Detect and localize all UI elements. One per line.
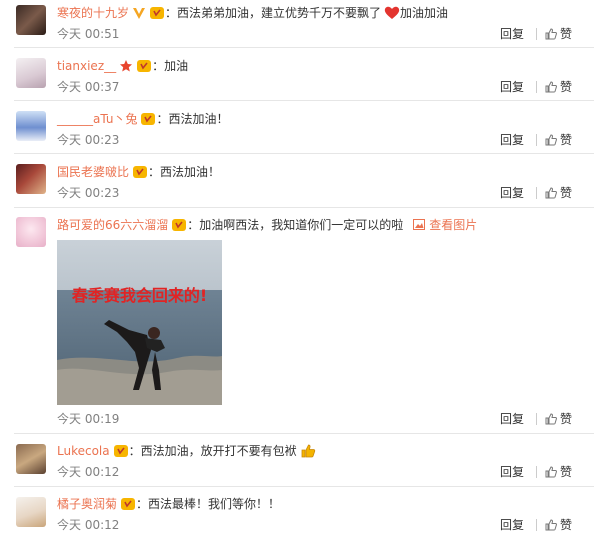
divider (14, 47, 594, 48)
comment-text: ：加油啊西法，我知道你们一定可以的啦 (187, 218, 404, 232)
divider (14, 207, 594, 208)
like-button[interactable]: 赞 (545, 518, 572, 532)
divider (536, 187, 537, 199)
avatar[interactable] (16, 164, 46, 194)
fan-badge-icon (149, 6, 165, 24)
fan-badge-icon (136, 59, 152, 77)
divider (536, 81, 537, 93)
comment-feed: 寒夜的十九岁 ：西法弟弟加油，建立优势千万不要飘了 加油加油 今天 00:51 回复… (0, 0, 594, 533)
like-label: 赞 (560, 412, 573, 426)
comment-time: 今天 00:23 (57, 186, 120, 200)
image-icon (413, 219, 426, 230)
divider (536, 466, 537, 478)
divider (536, 413, 537, 425)
reply-button[interactable]: 回复 (500, 27, 524, 41)
like-button[interactable]: 赞 (545, 27, 572, 41)
avatar[interactable] (16, 58, 46, 88)
comment-time: 今天 00:37 (57, 80, 120, 94)
comment-text: ：西法加油，放开打不要有包袱 (128, 444, 297, 458)
username[interactable]: tianxiez__ (57, 59, 116, 73)
like-button[interactable]: 赞 (545, 186, 572, 200)
divider (14, 486, 594, 487)
thumbs-up-icon (545, 187, 557, 199)
like-label: 赞 (560, 27, 573, 41)
avatar[interactable] (16, 497, 46, 527)
thumbs-up-emoji-icon (300, 444, 316, 462)
divider (536, 28, 537, 40)
fan-badge-icon (113, 444, 129, 462)
divider (536, 519, 537, 531)
thumbs-up-icon (545, 519, 557, 531)
like-label: 赞 (560, 133, 573, 147)
like-button[interactable]: 赞 (545, 133, 572, 147)
avatar[interactable] (16, 217, 46, 247)
like-label: 赞 (560, 80, 573, 94)
fan-badge-icon (171, 218, 187, 236)
like-button[interactable]: 赞 (545, 412, 572, 426)
username[interactable]: 路可爱的66六六溜溜 (57, 218, 168, 232)
photo-caption: 春季赛我会回来的! (71, 286, 208, 305)
avatar[interactable] (16, 111, 46, 141)
reply-button[interactable]: 回复 (500, 133, 524, 147)
username[interactable]: 橘子奥润菊 (57, 497, 117, 511)
comment-time: 今天 00:23 (57, 133, 120, 147)
username[interactable]: 寒夜的十九岁 (57, 6, 129, 20)
comment-time: 今天 00:12 (57, 465, 120, 479)
divider (14, 153, 594, 154)
divider (14, 100, 594, 101)
comment-text-tail: 加油加油 (400, 6, 449, 20)
comment-text: ：西法弟弟加油，建立优势千万不要飘了 (165, 6, 382, 20)
username[interactable]: Lukecola (57, 444, 110, 458)
reply-button[interactable]: 回复 (500, 412, 524, 426)
reply-button[interactable]: 回复 (500, 518, 524, 532)
divider (536, 134, 537, 146)
avatar[interactable] (16, 444, 46, 474)
fan-badge-icon (120, 497, 136, 515)
avatar[interactable] (16, 5, 46, 35)
comment-text: ：西法最棒！我们等你！！ (136, 497, 281, 511)
fan-badge-icon (132, 165, 148, 183)
thumbs-up-icon (545, 134, 557, 146)
like-label: 赞 (560, 186, 573, 200)
like-label: 赞 (560, 518, 573, 532)
vip-v-icon (132, 6, 146, 24)
view-image-link[interactable]: 查看图片 (413, 218, 477, 232)
username[interactable]: ______aTu丶兔 (57, 112, 137, 126)
comment-time: 今天 00:19 (57, 412, 120, 426)
thumbs-up-icon (545, 81, 557, 93)
reply-button[interactable]: 回复 (500, 465, 524, 479)
reply-button[interactable]: 回复 (500, 80, 524, 94)
thumbs-up-icon (545, 413, 557, 425)
like-label: 赞 (560, 465, 573, 479)
comment-text: ：西法加油！ (156, 112, 229, 126)
like-button[interactable]: 赞 (545, 465, 572, 479)
reply-button[interactable]: 回复 (500, 186, 524, 200)
comment-time: 今天 00:51 (57, 27, 120, 41)
comment-photo[interactable]: 春季赛我会回来的! (57, 240, 222, 405)
thumbs-up-icon (545, 28, 557, 40)
comment-text: ：加油 (152, 59, 189, 73)
comment-time: 今天 00:12 (57, 518, 120, 532)
divider (14, 433, 594, 434)
fan-badge-icon (140, 112, 156, 130)
view-image-label: 查看图片 (429, 218, 478, 232)
username[interactable]: 国民老婆啵比 (57, 165, 129, 179)
star-icon (119, 59, 133, 77)
heart-emoji-icon (384, 6, 400, 24)
comment-text: ：西法加油！ (148, 165, 221, 179)
like-button[interactable]: 赞 (545, 80, 572, 94)
thumbs-up-icon (545, 466, 557, 478)
